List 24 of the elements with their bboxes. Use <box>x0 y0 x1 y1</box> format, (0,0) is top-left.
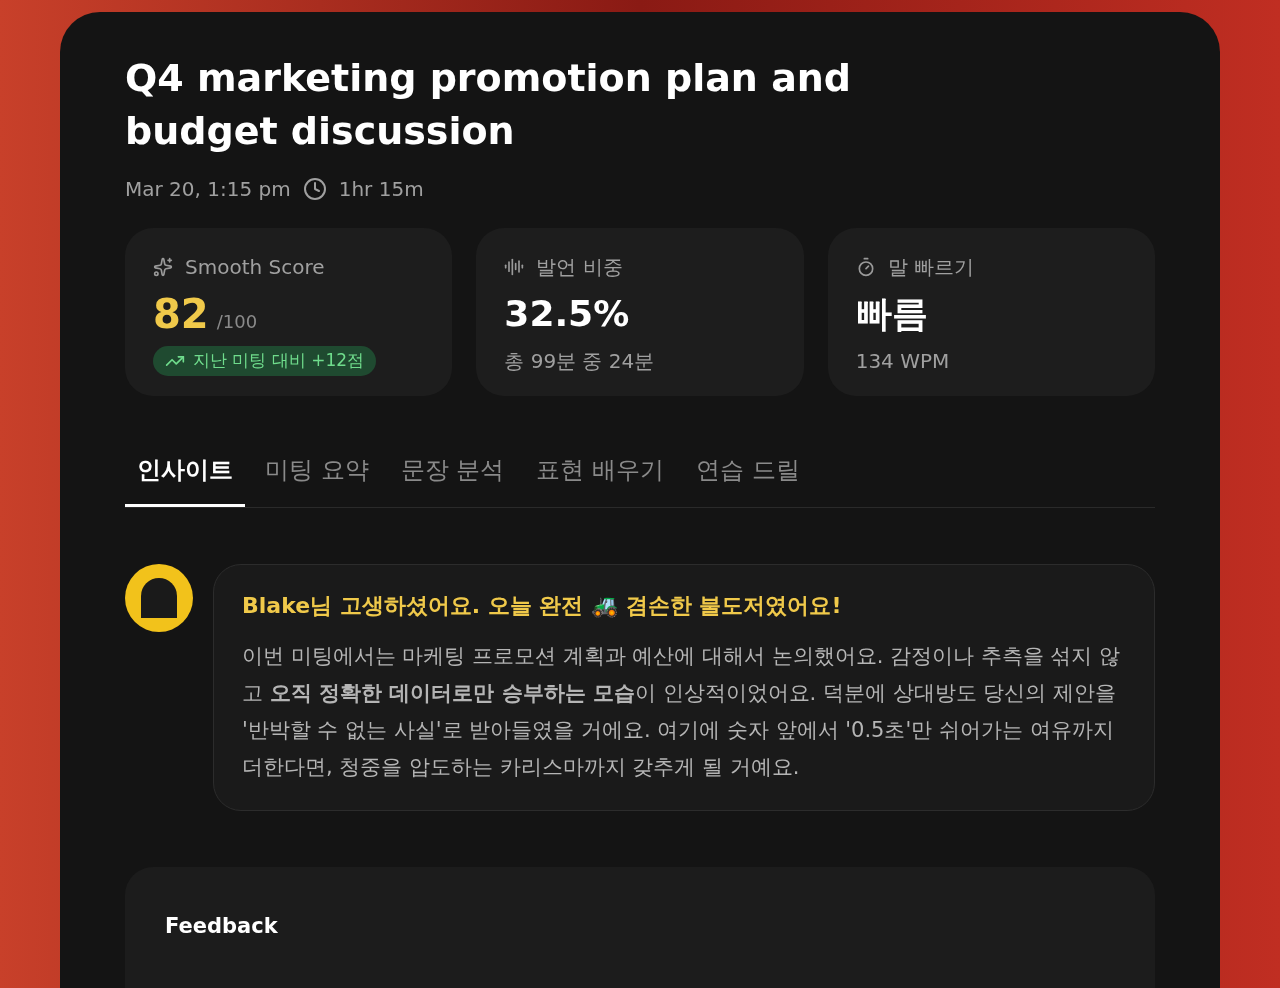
score-max: /100 <box>216 310 258 334</box>
feedback-title: Feedback <box>165 914 278 938</box>
stat-value: 빠름 <box>855 292 929 336</box>
improvement-badge: 지난 미팅 대비 +12점 <box>153 346 377 376</box>
tab[interactable]: 문장 분석 <box>388 452 517 507</box>
insight-headline: Blake님 고생하셨어요. 오늘 완전 🚜 겸손한 불도저였어요! <box>242 592 843 620</box>
stat-label: Smooth Score <box>185 254 325 281</box>
tab[interactable]: 연습 드릴 <box>683 452 812 507</box>
clock-icon <box>302 177 327 201</box>
meeting-datetime: Mar 20, 1:15 pm <box>125 176 291 203</box>
meeting-title: Q4 marketing promotion plan and budget discussion <box>125 55 853 155</box>
stat-detail: 134 WPM <box>855 348 951 375</box>
tab[interactable]: 표현 배우기 <box>524 452 676 507</box>
share-icon <box>504 257 525 277</box>
score-value: 82 <box>153 290 209 338</box>
insight-text: 이번 미팅에서는 마케팅 프로모션 계획과 예산에 대해서 논의했어요. 감정이나 추측을 섞지 않고 오직 정확한 데이터로만 승부하는 모습이 인상적이었어요. 덕분에 상대방도 당신의 제안을 '반박할 수 없는 사실'로 받아들였을 거에요. 여기에 숫자 앞에서 '0.5초'만 쉬어가는 여유까지 더한다면, 청중을 압도하는 카리스마까지 갖추게 될 거예요. <box>242 643 1122 781</box>
stat-label: 발언 비중 <box>536 254 623 281</box>
score-icon <box>153 257 173 277</box>
tab[interactable]: 미팅 요약 <box>253 452 381 507</box>
stat-label: 말 빠르기 <box>887 254 974 281</box>
tab[interactable]: 인사이트 <box>125 452 245 507</box>
meeting-duration: 1hr 15m <box>338 176 424 203</box>
stat-value: 32.5% <box>504 292 631 336</box>
stat-detail: 총 99분 중 24분 <box>504 348 656 375</box>
